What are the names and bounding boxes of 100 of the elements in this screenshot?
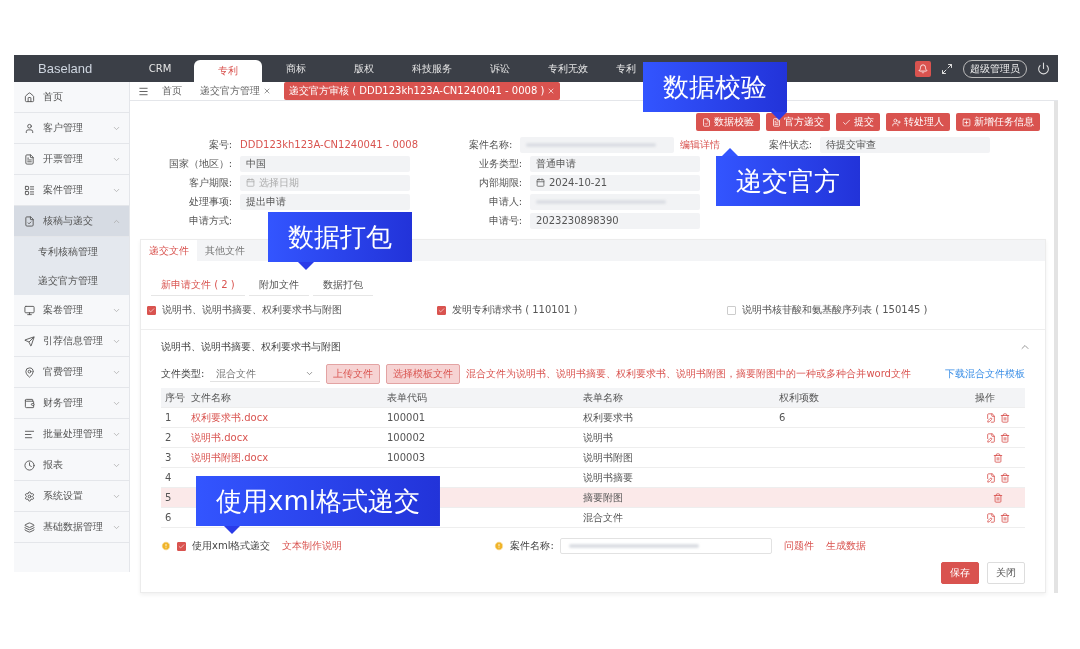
text-field[interactable]: 待提交审查 [820,136,990,153]
delete-icon[interactable] [993,492,1003,503]
sidebar-item[interactable]: 开票管理 [14,144,129,175]
file-type-select[interactable]: 混合文件 [210,366,321,382]
help-link[interactable]: 文本制作说明 [282,539,343,553]
tab[interactable]: 新申请文件 ( 2 ) [151,275,245,296]
action-link[interactable]: 问题件 [783,539,814,553]
sidebar-subitem[interactable]: 递交官方管理 [14,266,129,295]
nav-tab[interactable]: 科技服务 [398,55,466,82]
delete-icon[interactable] [1000,412,1010,423]
nav-tab[interactable]: CRM [126,55,194,82]
column-header: 表单代码 [386,390,428,405]
page-tab[interactable]: 首页 [157,82,187,100]
close-button[interactable]: 关闭 [987,562,1025,584]
nav-tab[interactable]: 专利 [612,55,640,82]
page-tab[interactable]: 递交官方审核 ( DDD123kh123A-CN1240041 - 0008 ) [284,82,561,100]
sidebar-item[interactable]: 客户管理 [14,113,129,144]
action-button[interactable]: 提交 [836,113,880,131]
page-tab[interactable]: 递交官方管理 [195,82,276,100]
sidebar-item[interactable]: 批量处理管理 [14,419,129,450]
checkbox[interactable] [437,305,446,315]
table-cell-text: 6 [778,412,787,423]
file-link[interactable]: 权利要求书.docx [187,410,383,425]
sidebar-subitem[interactable]: 专利核稿管理 [14,237,129,266]
case-name-field[interactable] [559,538,772,554]
text-field[interactable] [530,193,700,210]
checkbox-label: 使用xml格式递交 [192,539,271,553]
table-cell-text: 说明书 [582,430,614,445]
table-cell-text: 1 [164,412,173,423]
file-check-icon [24,215,35,227]
checkbox[interactable] [177,541,186,551]
delete-icon[interactable] [1000,432,1010,443]
nav-tab[interactable]: 版权 [330,55,398,82]
calendar-icon [536,178,545,187]
file-link[interactable]: 说明书.docx [187,430,383,445]
table-cell-text: 100002 [386,432,427,443]
close-icon[interactable] [263,87,271,95]
nav-tab[interactable]: 诉讼 [466,55,534,82]
power-icon[interactable] [1037,62,1050,75]
edit-icon[interactable] [986,412,996,423]
wallet-icon [24,397,35,409]
sidebar-item[interactable]: 官费管理 [14,357,129,388]
table-cell-text: 说明书摘要 [582,470,634,485]
settings-icon [24,490,35,502]
column-header: 文件名称 [190,390,232,405]
edit-icon[interactable] [986,432,996,443]
field-label: 内部期限: [477,175,523,190]
sidebar-item[interactable]: 核稿与递交 [14,206,129,237]
delete-icon[interactable] [1000,472,1010,483]
text-field[interactable]: 2023230898390 [530,212,700,229]
sidebar-item[interactable]: 引荐信息管理 [14,326,129,357]
table-cell-text: 权利要求书 [582,410,634,425]
text-field[interactable]: 提出申请 [240,193,410,210]
delete-icon[interactable] [993,452,1003,463]
close-icon[interactable] [547,87,556,95]
table-cell-text: 2 [164,432,173,443]
edit-icon[interactable] [986,472,996,483]
action-button[interactable]: 转处理人 [886,113,950,131]
column-header: 表单名称 [582,390,624,405]
fullscreen-icon[interactable] [941,62,953,75]
tab[interactable]: 数据打包 [312,275,373,296]
text-field[interactable]: 普通申请 [530,155,700,172]
text-field[interactable]: 中国 [240,155,410,172]
sidebar-item[interactable]: 报表 [14,450,129,481]
callout-tooltip: 使用xml格式递交 [196,476,440,534]
field-label: 文件类型: [161,367,205,381]
table-cell-text: 说明书附图 [582,450,634,465]
field-label: 申请方式: [187,213,233,228]
date-field[interactable]: 2024-10-21 [530,174,700,191]
checkbox-label: 说明书核苷酸和氨基酸序列表 ( 150145 ) [742,303,928,317]
edit-icon[interactable] [986,512,996,523]
nav-tab[interactable]: 专利无效 [534,55,602,82]
sidebar-item[interactable]: 系统设置 [14,481,129,512]
sidebar-item[interactable]: 首页 [14,82,129,113]
tab[interactable]: 附加文件 [248,275,309,296]
checkbox-label: 说明书、说明书摘要、权利要求书与附图 [162,303,342,317]
check-icon [842,117,851,127]
sidebar-item[interactable]: 基础数据管理 [14,512,129,543]
save-button[interactable]: 保存 [941,562,979,584]
tab[interactable]: 递交文件 [141,240,197,261]
action-link[interactable]: 生成数据 [825,539,866,553]
action-button[interactable]: 新增任务信息 [956,113,1040,131]
notification-button[interactable] [915,60,931,77]
template-link[interactable]: 下载混合文件模板 [945,367,1025,381]
sidebar-item[interactable]: 财务管理 [14,388,129,419]
checkbox-label: 发明专利请求书 ( 110101 ) [452,303,578,317]
tab[interactable]: 其他文件 [197,240,253,261]
nav-tab[interactable]: 专利 [194,60,262,82]
nav-tab[interactable]: 商标 [262,55,330,82]
menu-icon[interactable] [138,85,149,97]
list-icon [24,184,35,196]
file-link[interactable]: 说明书附图.docx [187,450,383,465]
checkbox[interactable] [147,305,156,315]
checkbox[interactable] [727,305,736,315]
field-label: 处理事项: [187,194,233,209]
user-icon [24,122,35,134]
sidebar-item[interactable]: 案卷管理 [14,295,129,326]
text-field[interactable] [520,136,674,153]
delete-icon[interactable] [1000,512,1010,523]
table-cell-text: 混合文件 [582,510,624,525]
